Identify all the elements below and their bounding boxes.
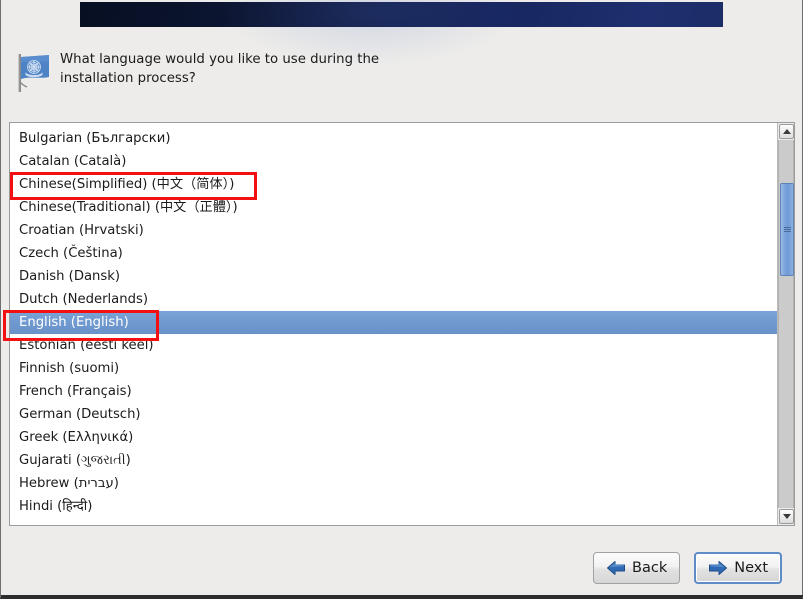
chevron-down-icon (782, 514, 791, 519)
prompt-text: What language would you like to use duri… (60, 52, 380, 86)
language-list-item[interactable]: Gujarati (ગુજરાતી) (10, 449, 777, 472)
language-list-item[interactable]: Danish (Dansk) (10, 265, 777, 288)
scrollbar-track[interactable] (778, 140, 794, 508)
language-list-item[interactable]: Greek (Ελληνικά) (10, 426, 777, 449)
language-list-item[interactable]: Estonian (eesti keel) (10, 334, 777, 357)
back-button-label: Back (632, 560, 668, 576)
language-list-item[interactable]: Bulgarian (Български) (10, 127, 777, 150)
chevron-up-icon (782, 129, 791, 134)
language-list-item[interactable]: Hindi (हिन्दी) (10, 495, 777, 518)
installer-window: What language would you like to use duri… (0, 0, 803, 599)
language-list-item[interactable]: Chinese(Traditional) (中文（正體）) (10, 196, 777, 219)
language-list-item[interactable]: Chinese(Simplified) (中文（简体）) (10, 173, 777, 196)
wizard-button-bar: Back Next (1, 552, 795, 584)
language-list-item[interactable]: Finnish (suomi) (10, 357, 777, 380)
list-scrollbar[interactable] (777, 123, 794, 525)
scrollbar-grip-icon (783, 227, 791, 232)
scroll-down-button[interactable] (779, 509, 794, 524)
language-list-item[interactable]: Hebrew (עברית) (10, 472, 777, 495)
language-list[interactable]: Bulgarian (Български) Catalan (Català) Chi… (10, 123, 777, 525)
arrow-right-icon (708, 560, 728, 576)
window-bottom-rule (1, 595, 803, 597)
language-list-item[interactable]: Croatian (Hrvatski) (10, 219, 777, 242)
back-button[interactable]: Back (593, 552, 681, 584)
scrollbar-thumb[interactable] (780, 183, 794, 276)
arrow-left-icon (606, 560, 626, 576)
language-list-item[interactable]: French (Français) (10, 380, 777, 403)
language-list-item[interactable]: German (Deutsch) (10, 403, 777, 426)
scroll-up-button[interactable] (779, 124, 794, 139)
language-list-item[interactable]: English (English) (10, 311, 777, 334)
header-banner (80, 0, 723, 66)
language-listbox[interactable]: Bulgarian (Български) Catalan (Català) Chi… (9, 122, 795, 526)
language-list-item[interactable]: Dutch (Nederlands) (10, 288, 777, 311)
next-button[interactable]: Next (694, 552, 782, 584)
next-button-label: Next (734, 560, 768, 576)
prompt-row: What language would you like to use duri… (15, 50, 775, 94)
language-list-item[interactable]: Catalan (Català) (10, 150, 777, 173)
language-list-item[interactable]: Czech (Čeština) (10, 242, 777, 265)
un-flag-icon (15, 52, 55, 94)
